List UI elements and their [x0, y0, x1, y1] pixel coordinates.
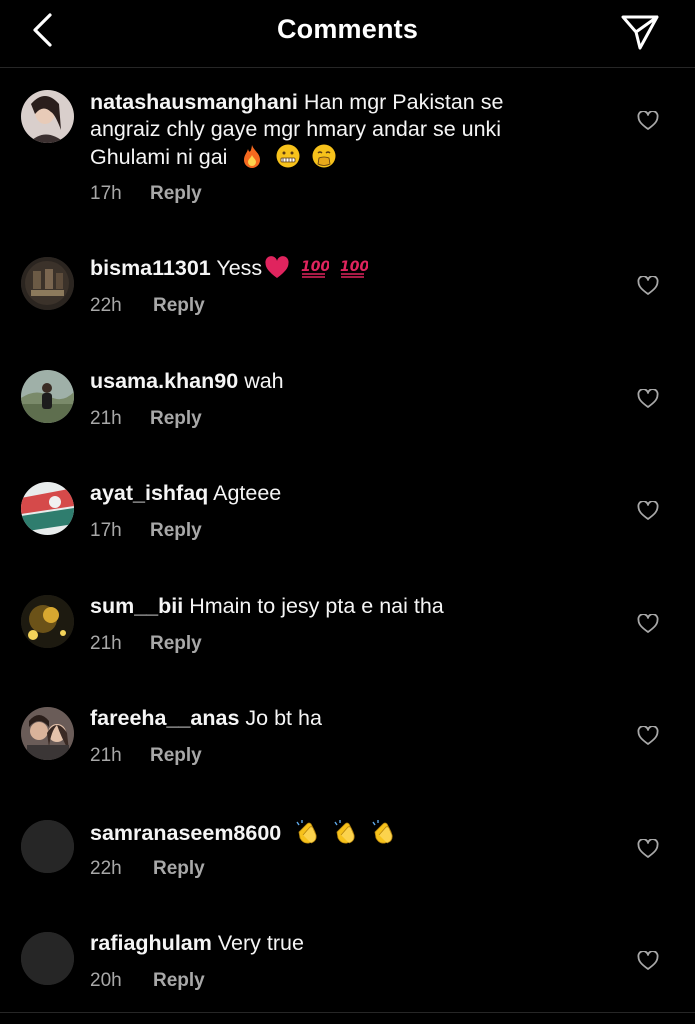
header-bar: Comments — [0, 0, 695, 68]
like-button[interactable] — [635, 836, 661, 862]
comment-meta: 22h Reply — [90, 295, 205, 317]
like-button[interactable] — [635, 611, 661, 637]
comment-time: 22h — [90, 295, 122, 316]
comment-meta: 21h Reply — [90, 633, 202, 655]
paper-plane-icon — [621, 15, 659, 50]
avatar-photo — [21, 370, 74, 423]
reply-button[interactable]: Reply — [153, 858, 205, 880]
like-button[interactable] — [635, 498, 661, 524]
red-heart-icon — [265, 256, 289, 278]
avatar[interactable] — [21, 820, 74, 873]
heart-outline-icon — [637, 951, 659, 970]
comment-text: usama.khan90 wah — [90, 368, 610, 395]
share-button[interactable] — [618, 10, 662, 54]
comment-meta: 21h Reply — [90, 408, 202, 430]
heart-outline-icon — [637, 111, 659, 130]
like-button[interactable] — [635, 948, 661, 974]
comment-username[interactable]: rafiaghulam — [90, 931, 212, 955]
comment-text: ayat_ishfaq Agteee — [90, 480, 610, 507]
fire-icon — [244, 145, 261, 168]
comment-time: 17h — [90, 183, 122, 204]
reply-button[interactable]: Reply — [150, 408, 202, 430]
avatar-photo — [21, 595, 74, 648]
comment-text: sum__bii Hmain to jesy pta e nai tha — [90, 593, 610, 620]
heart-outline-icon — [637, 614, 659, 633]
comment-time: 21h — [90, 408, 122, 429]
avatar[interactable] — [21, 90, 74, 143]
avatar-photo — [21, 482, 74, 535]
reply-button[interactable]: Reply — [153, 295, 205, 317]
comment-body-line: Han mgr Pakistan se — [303, 90, 504, 114]
comment-meta: 17h Reply — [90, 520, 202, 542]
avatar[interactable] — [21, 482, 74, 535]
comment-body: Very true — [217, 931, 304, 955]
reply-button[interactable]: Reply — [153, 970, 205, 992]
avatar[interactable] — [21, 932, 74, 985]
avatar-photo — [21, 257, 74, 310]
like-button[interactable] — [635, 108, 661, 134]
face-with-hand-over-mouth-icon — [312, 144, 336, 168]
comment-username[interactable]: sum__bii — [90, 594, 183, 618]
comment-meta: 20h Reply — [90, 970, 205, 992]
comment-username[interactable]: fareeha__anas — [90, 706, 239, 730]
comment-body: Agteee — [213, 481, 282, 505]
comment-time: 21h — [90, 633, 122, 654]
avatar-photo — [21, 90, 74, 143]
comment-username[interactable]: ayat_ishfaq — [90, 481, 208, 505]
comment-meta: 17h Reply — [90, 183, 202, 205]
comment-body-line: Ghulami ni gai — [90, 145, 228, 169]
comment-username[interactable]: samranaseem8600 — [90, 821, 281, 845]
comment-username[interactable]: bisma11301 — [90, 256, 211, 280]
like-button[interactable] — [635, 723, 661, 749]
comment-time: 17h — [90, 520, 122, 541]
clapping-hands-icon — [296, 820, 317, 844]
avatar[interactable] — [21, 707, 74, 760]
avatar[interactable] — [21, 595, 74, 648]
svg-text:100: 100 — [340, 259, 368, 275]
avatar[interactable] — [21, 370, 74, 423]
clapping-hands-icon — [334, 820, 355, 844]
clapping-hands-icon — [372, 820, 393, 844]
reply-button[interactable]: Reply — [150, 183, 202, 205]
comment-body-line: angraiz chly gaye mgr hmary andar se unk… — [90, 117, 502, 141]
comment-username[interactable]: natashausmanghani — [90, 90, 298, 114]
comment-username[interactable]: usama.khan90 — [90, 369, 238, 393]
reply-button[interactable]: Reply — [150, 520, 202, 542]
comment-body: Jo bt ha — [245, 706, 322, 730]
svg-text:100: 100 — [301, 259, 329, 275]
hundred-points-icon: 100 — [301, 259, 331, 278]
heart-outline-icon — [637, 726, 659, 745]
like-button[interactable] — [635, 273, 661, 299]
comment-body: Hmain to jesy pta e nai tha — [189, 594, 444, 618]
hundred-points-icon: 100 — [340, 259, 370, 278]
comment-meta: 21h Reply — [90, 745, 202, 767]
avatar-photo — [21, 707, 74, 760]
heart-outline-icon — [637, 501, 659, 520]
avatar[interactable] — [21, 257, 74, 310]
comment-time: 22h — [90, 858, 122, 879]
heart-outline-icon — [637, 389, 659, 408]
comment-text: samranaseem8600 — [90, 818, 610, 847]
heart-outline-icon — [637, 839, 659, 858]
bottom-divider — [0, 1012, 695, 1013]
comment-text: natashausmanghani Han mgr Pakistan se an… — [90, 89, 610, 171]
comment-body: Yess — [216, 256, 263, 280]
comment-time: 21h — [90, 745, 122, 766]
reply-button[interactable]: Reply — [150, 745, 202, 767]
comment-body: wah — [244, 369, 284, 393]
reply-button[interactable]: Reply — [150, 633, 202, 655]
comment-meta: 22h Reply — [90, 858, 205, 880]
comment-text: rafiaghulam Very true — [90, 930, 610, 957]
comment-text: fareeha__anas Jo bt ha — [90, 705, 610, 732]
zipper-mouth-face-icon — [276, 144, 300, 168]
comment-text: bisma11301 Yess 100 100 — [90, 255, 610, 282]
like-button[interactable] — [635, 386, 661, 412]
page-title: Comments — [276, 14, 419, 44]
heart-outline-icon — [637, 276, 659, 295]
comment-time: 20h — [90, 970, 122, 991]
avatar-placeholder — [21, 932, 74, 985]
avatar-placeholder — [21, 820, 74, 873]
